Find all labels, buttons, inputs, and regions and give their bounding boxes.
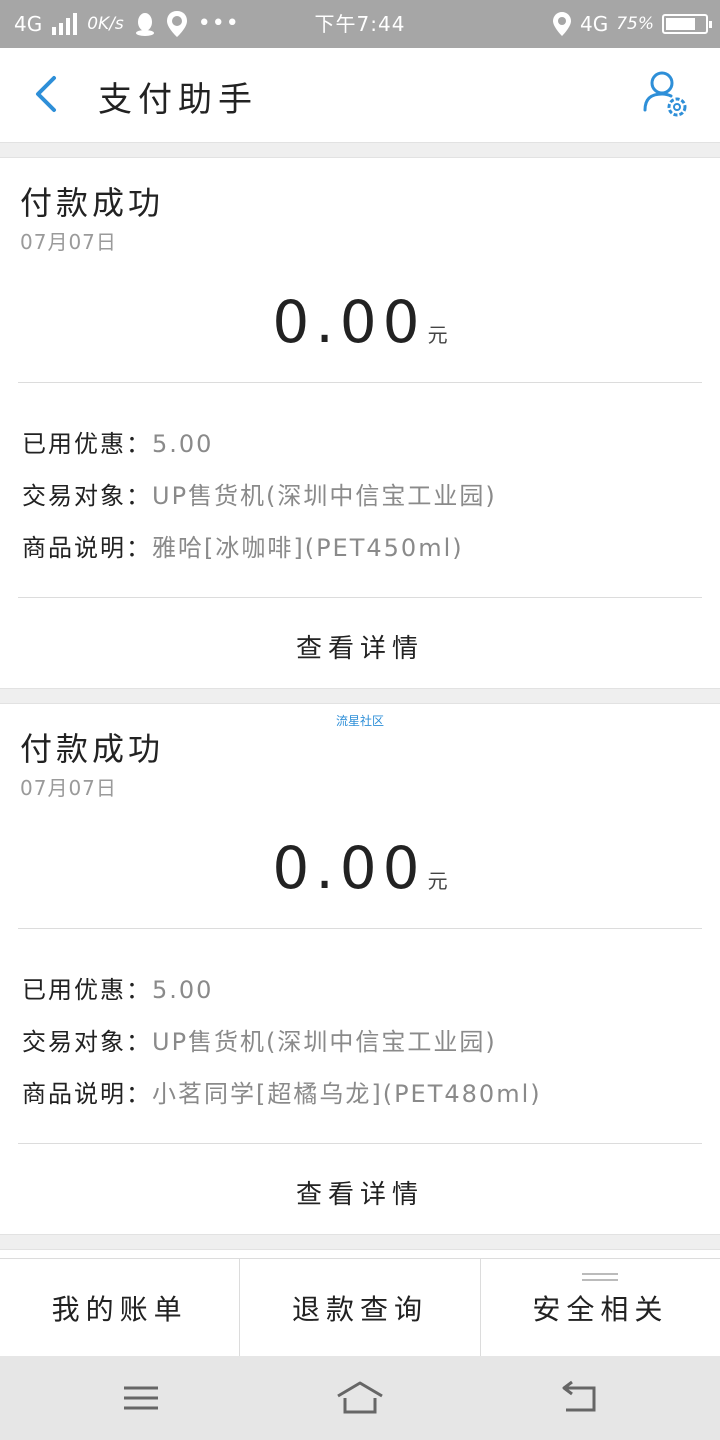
network-type-right: 4G	[579, 12, 609, 36]
product-label: 商品说明：	[22, 534, 152, 562]
currency-label: 元	[427, 869, 448, 893]
divider	[18, 928, 702, 929]
status-bar: 4G 0K/s ••• 下午7:44 4G 75%	[0, 0, 720, 48]
system-nav-bar	[0, 1356, 720, 1440]
battery-percent: 75%	[616, 14, 654, 34]
card-title: 付款成功	[20, 730, 165, 768]
tab-my-bills[interactable]: 我的账单	[0, 1259, 239, 1357]
payment-amount: 0.00	[272, 834, 426, 902]
discount-label: 已用优惠：	[22, 430, 152, 458]
home-icon[interactable]	[335, 1378, 385, 1418]
merchant-row: 交易对象：UP售货机(深圳中信宝工业园)	[22, 1022, 497, 1057]
product-row: 商品说明：小茗同学[超橘乌龙](PET480ml)	[22, 1074, 542, 1109]
discount-label: 已用优惠：	[22, 976, 152, 1004]
amount-display: 0.00 元	[0, 834, 720, 902]
card-date: 07月07日	[20, 776, 117, 800]
tab-label: 我的账单	[51, 1293, 188, 1326]
view-details-button[interactable]: 查看详情	[0, 628, 720, 665]
discount-row: 已用优惠：5.00	[22, 970, 213, 1005]
tab-security[interactable]: 安全相关	[479, 1259, 720, 1357]
product-value: 小茗同学[超橘乌龙](PET480ml)	[152, 1080, 542, 1108]
divider	[18, 597, 702, 598]
merchant-value: UP售货机(深圳中信宝工业园)	[152, 1028, 497, 1056]
user-settings-icon[interactable]	[642, 70, 690, 122]
status-right: 4G 75%	[552, 0, 712, 48]
page-title: 支付助手	[98, 80, 258, 120]
amount-display: 0.00 元	[0, 288, 720, 356]
menu-icon[interactable]	[116, 1378, 166, 1418]
payment-amount: 0.00	[272, 288, 426, 356]
currency-label: 元	[427, 323, 448, 347]
discount-value: 5.00	[152, 430, 214, 458]
view-details-button[interactable]: 查看详情	[0, 1174, 720, 1211]
merchant-label: 交易对象：	[22, 482, 152, 510]
payment-card: 付款成功 07月07日 0.00 元 已用优惠：5.00 交易对象：UP售货机(深…	[0, 157, 720, 689]
back-icon[interactable]	[554, 1378, 604, 1418]
discount-value: 5.00	[152, 976, 214, 1004]
product-label: 商品说明：	[22, 1080, 152, 1108]
merchant-value: UP售货机(深圳中信宝工业园)	[152, 482, 497, 510]
tab-label: 退款查询	[291, 1293, 428, 1326]
card-date: 07月07日	[20, 230, 117, 254]
bottom-tab-bar: 我的账单 退款查询 安全相关	[0, 1258, 720, 1357]
location-icon	[552, 12, 571, 36]
back-arrow-icon[interactable]	[28, 74, 68, 114]
card-title: 付款成功	[20, 184, 165, 222]
app-header: 支付助手	[0, 48, 720, 143]
discount-row: 已用优惠：5.00	[22, 424, 213, 459]
battery-icon	[662, 14, 712, 34]
submenu-indicator-icon	[582, 1273, 619, 1281]
tab-label: 安全相关	[532, 1293, 669, 1326]
divider	[18, 1143, 702, 1144]
product-row: 商品说明：雅哈[冰咖啡](PET450ml)	[22, 528, 464, 563]
merchant-label: 交易对象：	[22, 1028, 152, 1056]
payment-card: 流星社区 付款成功 07月07日 0.00 元 已用优惠：5.00 交易对象：UP…	[0, 703, 720, 1235]
tab-refund-query[interactable]: 退款查询	[239, 1259, 479, 1357]
merchant-row: 交易对象：UP售货机(深圳中信宝工业园)	[22, 476, 497, 511]
divider	[18, 382, 702, 383]
product-value: 雅哈[冰咖啡](PET450ml)	[152, 534, 464, 562]
